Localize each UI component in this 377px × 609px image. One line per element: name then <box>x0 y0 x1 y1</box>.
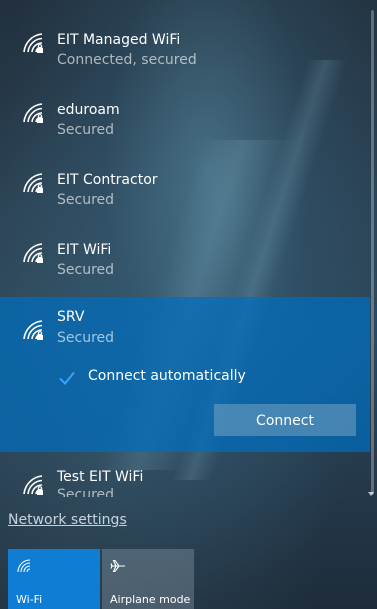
airplane-tile-label: Airplane mode <box>110 593 191 606</box>
airplane-icon <box>110 559 125 573</box>
wifi-secured-icon <box>23 103 43 123</box>
network-item-eit-managed-wifi[interactable]: EIT Managed WiFi Connected, secured <box>0 10 370 80</box>
wifi-secured-icon <box>23 243 43 263</box>
wifi-secured-icon <box>23 320 43 340</box>
network-settings-link[interactable]: Network settings <box>8 512 127 528</box>
network-name: EIT Managed WiFi <box>57 32 181 48</box>
network-item-eit-wifi[interactable]: EIT WiFi Secured <box>0 220 370 290</box>
network-status: Connected, secured <box>57 52 197 68</box>
network-name: SRV <box>57 309 85 325</box>
network-name: EIT WiFi <box>57 242 112 258</box>
network-status: Secured <box>57 192 115 208</box>
wifi-tile-label: Wi-Fi <box>16 593 43 606</box>
wifi-icon <box>17 559 31 573</box>
checkmark-icon[interactable] <box>57 368 77 388</box>
wifi-secured-icon <box>23 33 43 53</box>
wifi-secured-icon <box>23 173 43 193</box>
airplane-mode-toggle-tile[interactable]: Airplane mode <box>102 549 194 609</box>
wifi-secured-icon <box>23 475 43 495</box>
network-name: EIT Contractor <box>57 172 158 188</box>
network-status: Secured <box>57 330 115 346</box>
network-item-eduroam[interactable]: eduroam Secured <box>0 80 370 150</box>
network-name: eduroam <box>57 102 120 118</box>
scrollbar[interactable] <box>371 10 374 495</box>
wifi-toggle-tile[interactable]: Wi-Fi <box>8 549 100 609</box>
network-item-test-eit-wifi[interactable]: Test EIT WiFi Secured <box>0 452 370 497</box>
network-flyout: EIT Managed WiFi Connected, secured edur… <box>0 0 377 609</box>
network-status: Secured <box>57 262 115 278</box>
network-name: Test EIT WiFi <box>57 469 144 485</box>
network-status: Secured <box>57 487 115 497</box>
connect-button[interactable]: Connect <box>214 404 356 436</box>
network-status: Secured <box>57 122 115 138</box>
connect-automatically-label: Connect automatically <box>88 368 246 384</box>
scroll-down-arrow-icon[interactable] <box>368 492 374 496</box>
network-item-srv[interactable]: SRV Secured Connect automatically Connec… <box>0 297 370 452</box>
network-item-eit-contractor[interactable]: EIT Contractor Secured <box>0 150 370 220</box>
